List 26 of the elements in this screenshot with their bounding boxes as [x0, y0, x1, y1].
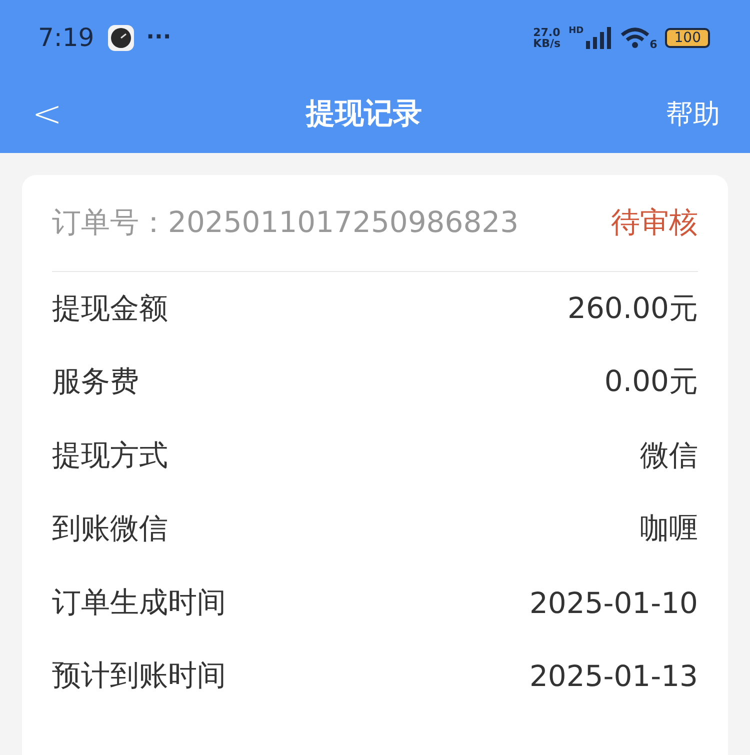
hd-label: HD — [568, 26, 584, 36]
detail-value: 2025-01-10 — [529, 586, 698, 620]
detail-value: 260.00元 — [568, 290, 698, 327]
back-button[interactable]: < — [32, 94, 62, 134]
detail-label: 提现金额 — [52, 290, 168, 327]
detail-value: 2025-01-13 — [529, 659, 698, 694]
page-title: 提现记录 — [304, 95, 424, 132]
wifi-icon — [620, 26, 650, 48]
detail-label: 订单生成时间 — [52, 584, 226, 621]
detail-label: 预计到账时间 — [52, 657, 226, 694]
detail-value: 咖喱 — [640, 510, 698, 548]
more-indicator: ··· — [146, 25, 172, 50]
battery-indicator: 100 — [665, 28, 710, 48]
detail-label: 到账微信 — [52, 510, 168, 548]
clock-app-icon — [108, 24, 134, 50]
network-speed: 27.0 KB/s — [533, 26, 561, 48]
detail-value: 0.00元 — [604, 363, 698, 400]
detail-value: 微信 — [640, 436, 698, 474]
detail-label: 提现方式 — [52, 436, 168, 474]
order-number: 订单号：2025011017250986823 — [52, 204, 519, 241]
signal-icon — [586, 26, 612, 48]
status-time: 7:19 — [38, 23, 94, 52]
wifi-standard-label: 6 — [650, 38, 658, 51]
order-status: 待审核 — [611, 204, 698, 241]
detail-label: 服务费 — [52, 363, 139, 400]
help-button[interactable]: 帮助 — [666, 96, 720, 132]
